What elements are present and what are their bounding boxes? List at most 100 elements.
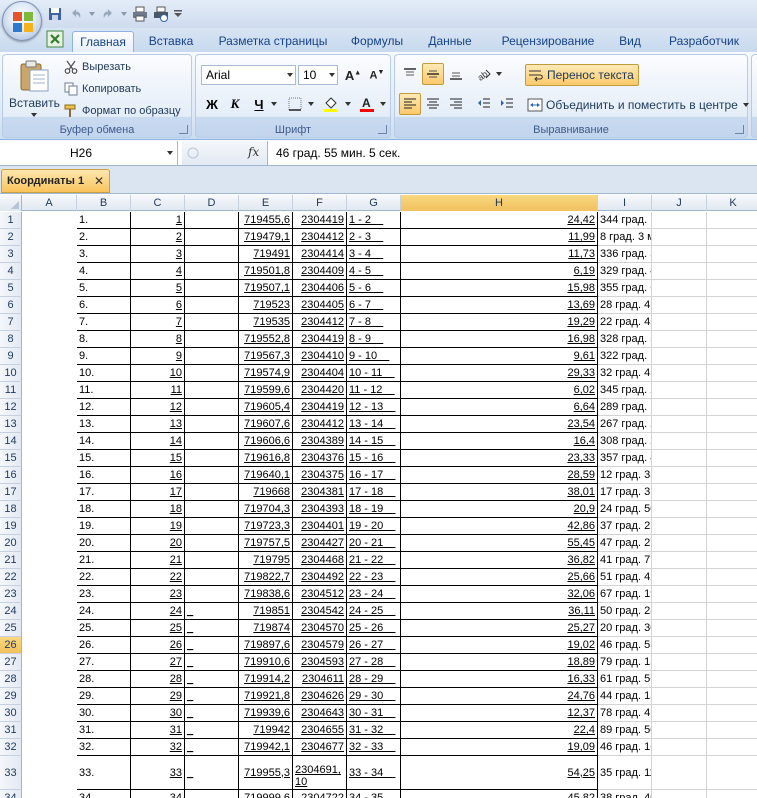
- row-header[interactable]: 31: [0, 722, 22, 739]
- cell-c-9[interactable]: [185, 348, 239, 365]
- column-header-g[interactable]: G: [347, 195, 401, 211]
- cell-f-27[interactable]: 27 - 28: [347, 654, 401, 671]
- office-button[interactable]: [2, 1, 42, 41]
- bold-button[interactable]: Ж: [201, 93, 223, 115]
- align-middle-button[interactable]: [422, 63, 444, 85]
- cell-c-10[interactable]: [185, 365, 239, 382]
- cell-empty[interactable]: [652, 790, 707, 798]
- cell-d-2[interactable]: 719479,1: [239, 229, 293, 246]
- cell-a-20[interactable]: 20.: [77, 535, 131, 552]
- cell-empty[interactable]: [652, 246, 707, 263]
- column-header-b[interactable]: B: [77, 195, 131, 211]
- save-icon[interactable]: [46, 5, 64, 23]
- cell-empty[interactable]: [707, 705, 757, 722]
- cell-b-2[interactable]: 2: [131, 229, 185, 246]
- cell-empty[interactable]: [707, 433, 757, 450]
- cell-c-22[interactable]: [185, 569, 239, 586]
- cell-empty[interactable]: [652, 365, 707, 382]
- cell-b-15[interactable]: 15: [131, 450, 185, 467]
- row-header[interactable]: 25: [0, 620, 22, 637]
- cell-empty[interactable]: [652, 348, 707, 365]
- cell-empty[interactable]: [652, 739, 707, 756]
- cell-empty[interactable]: [652, 297, 707, 314]
- column-header-k[interactable]: K: [707, 195, 757, 211]
- cell-g-8[interactable]: 16,98: [401, 331, 598, 348]
- cell-e-30[interactable]: 2304643: [293, 705, 347, 722]
- cut-button[interactable]: Вырезать: [63, 59, 131, 75]
- cell-e-20[interactable]: 2304427: [293, 535, 347, 552]
- cell-a-23[interactable]: 23.: [77, 586, 131, 603]
- column-header-j[interactable]: J: [652, 195, 707, 211]
- cell-g-5[interactable]: 15,98: [401, 280, 598, 297]
- cell-g-22[interactable]: 25,66: [401, 569, 598, 586]
- tab-view[interactable]: Вид: [612, 31, 648, 52]
- cell-b-7[interactable]: 7: [131, 314, 185, 331]
- cell-e-11[interactable]: 2304420: [293, 382, 347, 399]
- cell-a-18[interactable]: 18.: [77, 501, 131, 518]
- row-header[interactable]: 8: [0, 331, 22, 348]
- cell-f-3[interactable]: 3 - 4: [347, 246, 401, 263]
- cell-empty[interactable]: [652, 535, 707, 552]
- cell-empty[interactable]: [598, 535, 652, 552]
- cell-d-29[interactable]: 719921,8: [239, 688, 293, 705]
- column-header-a[interactable]: A: [22, 195, 77, 211]
- cell-empty[interactable]: [652, 467, 707, 484]
- cell-empty[interactable]: [598, 722, 652, 739]
- cell-a-9[interactable]: 9.: [77, 348, 131, 365]
- cell-d-26[interactable]: 719897,6: [239, 637, 293, 654]
- cell-c-21[interactable]: [185, 552, 239, 569]
- name-box[interactable]: H26: [0, 141, 178, 165]
- cell-empty[interactable]: [707, 688, 757, 705]
- cell-empty[interactable]: [598, 654, 652, 671]
- cell-empty[interactable]: [652, 416, 707, 433]
- cell-empty[interactable]: [707, 314, 757, 331]
- row-header[interactable]: 23: [0, 586, 22, 603]
- cell-f-4[interactable]: 4 - 5: [347, 263, 401, 280]
- cell-a-26[interactable]: 26.: [77, 637, 131, 654]
- cell-empty[interactable]: [652, 501, 707, 518]
- cell-empty[interactable]: [707, 569, 757, 586]
- formula-input[interactable]: 46 град. 55 мин. 5 сек.: [276, 141, 400, 165]
- cell-d-18[interactable]: 719704,3: [239, 501, 293, 518]
- cell-g-16[interactable]: 28,59: [401, 467, 598, 484]
- cell-c-3[interactable]: [185, 246, 239, 263]
- row-header[interactable]: 21: [0, 552, 22, 569]
- cell-f-12[interactable]: 12 - 13: [347, 399, 401, 416]
- cell-d-25[interactable]: 719874: [239, 620, 293, 637]
- cell-d-28[interactable]: 719914,2: [239, 671, 293, 688]
- cell-empty[interactable]: [652, 569, 707, 586]
- worksheet-grid[interactable]: ABCDEFGHIJK 1 1. 1 719455,6 2304419 1 - 2 24,…: [0, 195, 757, 798]
- cell-e-7[interactable]: 2304412: [293, 314, 347, 331]
- cell-a-12[interactable]: 12.: [77, 399, 131, 416]
- cell-g-26[interactable]: 19,02: [401, 637, 598, 654]
- cell-d-15[interactable]: 719616,8: [239, 450, 293, 467]
- cell-c-23[interactable]: [185, 586, 239, 603]
- cell-f-5[interactable]: 5 - 6: [347, 280, 401, 297]
- cell-empty[interactable]: [598, 620, 652, 637]
- row-header[interactable]: 19: [0, 518, 22, 535]
- cell-empty[interactable]: [598, 705, 652, 722]
- cell-empty[interactable]: [652, 280, 707, 297]
- cell-a-25[interactable]: 25.: [77, 620, 131, 637]
- cell-a-8[interactable]: 8.: [77, 331, 131, 348]
- cell-empty[interactable]: [707, 552, 757, 569]
- cell-b-27[interactable]: 27: [131, 654, 185, 671]
- cell-f-1[interactable]: 1 - 2: [347, 212, 401, 229]
- cell-empty[interactable]: [707, 348, 757, 365]
- cell-empty[interactable]: [598, 382, 652, 399]
- cell-f-26[interactable]: 26 - 27: [347, 637, 401, 654]
- cell-c-16[interactable]: [185, 467, 239, 484]
- cell-c-13[interactable]: [185, 416, 239, 433]
- cell-d-8[interactable]: 719552,8: [239, 331, 293, 348]
- cell-empty[interactable]: [598, 399, 652, 416]
- cell-empty[interactable]: [598, 467, 652, 484]
- cell-e-27[interactable]: 2304593: [293, 654, 347, 671]
- row-header[interactable]: 28: [0, 671, 22, 688]
- align-top-button[interactable]: [399, 63, 421, 85]
- cell-empty[interactable]: [598, 569, 652, 586]
- cell-empty[interactable]: [707, 467, 757, 484]
- cell-empty[interactable]: [707, 586, 757, 603]
- cell-e-22[interactable]: 2304492: [293, 569, 347, 586]
- row-header[interactable]: 7: [0, 314, 22, 331]
- cell-b-32[interactable]: 32: [131, 739, 185, 756]
